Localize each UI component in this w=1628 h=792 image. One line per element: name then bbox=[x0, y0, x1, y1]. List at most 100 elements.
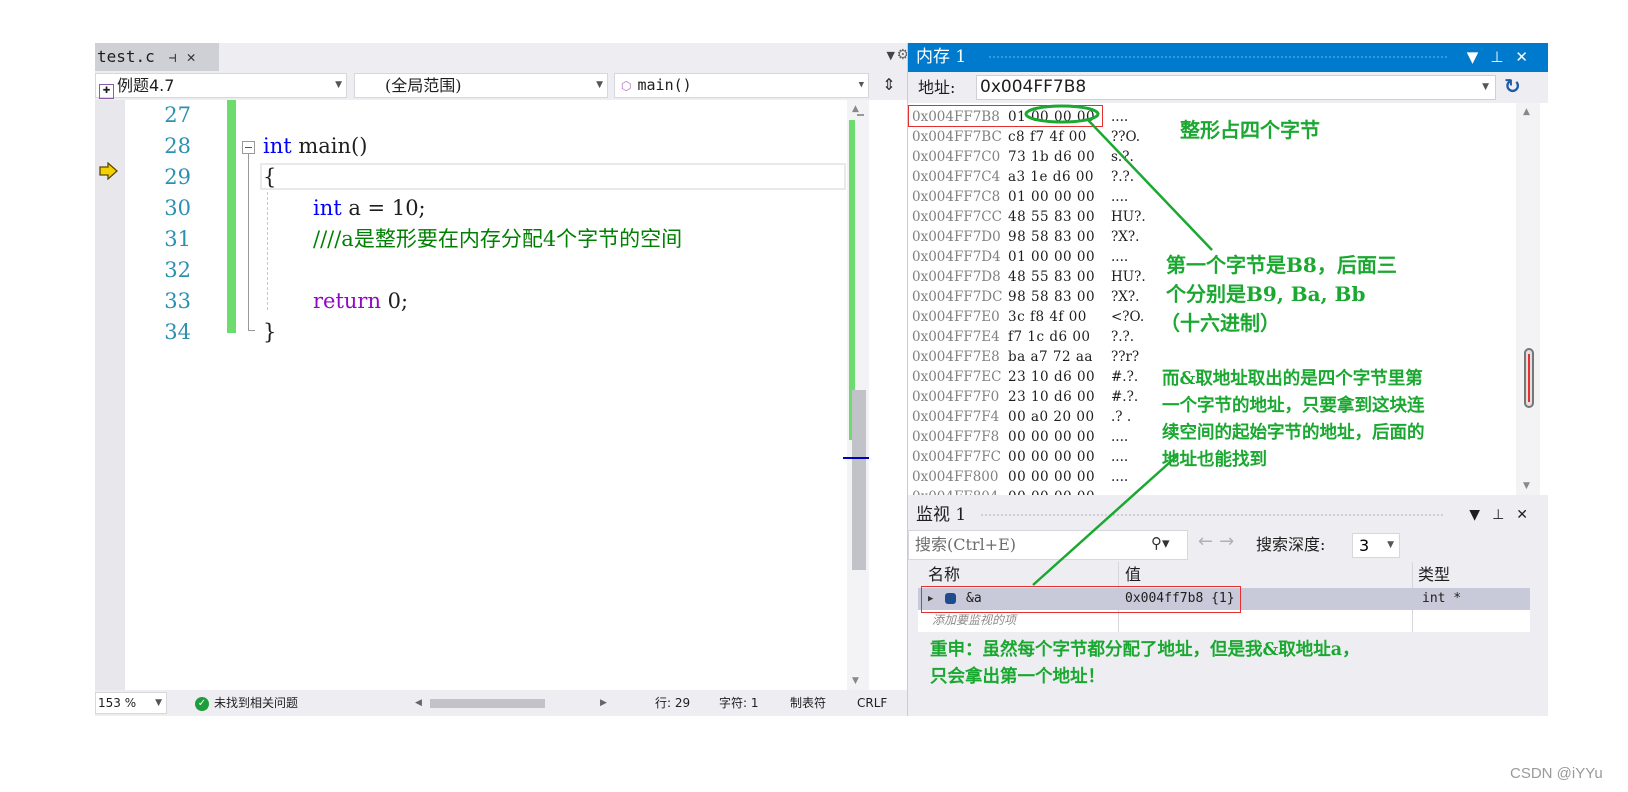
split-view-icon[interactable]: ⇕ bbox=[873, 73, 905, 98]
annotation-address-line2: 一个字节的地址，只要拿到这块连 bbox=[1162, 396, 1425, 416]
memory-address: 0x004FF7D0 bbox=[912, 229, 1001, 245]
close-icon[interactable]: ✕ bbox=[1516, 507, 1540, 523]
function-dropdown[interactable]: ⬡ main() ▼ bbox=[614, 73, 869, 98]
line-number: 32 bbox=[164, 258, 191, 282]
memory-ascii[interactable]: #.?. bbox=[1111, 367, 1138, 387]
memory-vertical-scrollbar[interactable]: ▲ ▼ bbox=[1516, 103, 1540, 495]
column-header-value[interactable]: 值 bbox=[1125, 562, 1141, 588]
memory-hex-bytes[interactable]: 73 1b d6 00 bbox=[1008, 147, 1095, 167]
char-indicator[interactable]: 字符: 1 bbox=[719, 690, 759, 716]
memory-ascii[interactable]: s.?. bbox=[1111, 147, 1134, 167]
memory-ascii[interactable]: .? . bbox=[1111, 407, 1131, 427]
memory-ascii[interactable]: ??r? bbox=[1111, 347, 1139, 367]
memory-hex-bytes[interactable]: 48 55 83 00 bbox=[1008, 267, 1095, 287]
add-watch-item[interactable]: 添加要监视的项 bbox=[918, 610, 1530, 630]
forward-arrow-icon[interactable]: → bbox=[1219, 531, 1240, 552]
memory-hex-bytes[interactable]: f7 1c d6 00 bbox=[1008, 327, 1091, 347]
scroll-down-icon[interactable]: ▼ bbox=[1523, 481, 1530, 491]
line-ending-indicator[interactable]: CRLF bbox=[857, 690, 887, 716]
column-header-name[interactable]: 名称 bbox=[928, 562, 960, 588]
memory-scroll-thumb[interactable] bbox=[1524, 348, 1534, 408]
pin-icon[interactable]: ⊥ bbox=[1492, 507, 1516, 523]
line-number: 28 bbox=[164, 134, 191, 158]
memory-hex-bytes[interactable]: 3c f8 4f 00 bbox=[1008, 307, 1087, 327]
search-icon[interactable]: ⚲▾ bbox=[1151, 534, 1170, 552]
pin-icon[interactable]: ⊣ bbox=[169, 51, 177, 66]
memory-hex-bytes[interactable]: 23 10 d6 00 bbox=[1008, 387, 1095, 407]
refresh-icon[interactable]: ↻ bbox=[1504, 74, 1521, 98]
scope-dropdown[interactable]: (全局范围) ▼ bbox=[354, 73, 608, 98]
memory-hex-bytes[interactable]: 00 00 00 00 bbox=[1008, 467, 1095, 487]
scroll-up-icon[interactable]: ▲ bbox=[852, 104, 859, 114]
memory-hex-bytes[interactable]: ba a7 72 aa bbox=[1008, 347, 1093, 367]
memory-hex-bytes[interactable]: 00 a0 20 00 bbox=[1008, 407, 1095, 427]
project-dropdown[interactable]: ✚ 例题4.7 ▼ bbox=[95, 73, 347, 99]
scrollbar-marker bbox=[857, 114, 864, 116]
collapse-toggle-icon[interactable] bbox=[242, 141, 255, 154]
scroll-down-icon[interactable]: ▼ bbox=[852, 676, 859, 686]
window-menu-dropdown-icon[interactable]: ▼ bbox=[1469, 507, 1492, 523]
memory-ascii[interactable]: HU?. bbox=[1111, 267, 1146, 287]
memory-hex-bytes[interactable]: c8 f7 4f 00 bbox=[1008, 127, 1087, 147]
glyph-margin[interactable] bbox=[95, 100, 125, 690]
close-icon[interactable]: ✕ bbox=[187, 48, 196, 66]
memory-hex-bytes[interactable]: a3 1e d6 00 bbox=[1008, 167, 1094, 187]
tab-test-c[interactable]: test.c ⊣ ✕ bbox=[95, 43, 219, 71]
memory-ascii[interactable]: HU?. bbox=[1111, 207, 1146, 227]
issues-indicator[interactable]: ✓ 未找到相关问题 bbox=[195, 690, 298, 716]
memory-hex-bytes[interactable]: 00 00 00 00 bbox=[1008, 447, 1095, 467]
memory-ascii[interactable]: .... bbox=[1111, 107, 1128, 127]
scrollbar-thumb[interactable] bbox=[852, 390, 866, 570]
watch-row-highlight-box bbox=[921, 586, 1241, 613]
memory-ascii[interactable]: ?X?. bbox=[1111, 287, 1139, 307]
scroll-up-icon[interactable]: ▲ bbox=[1523, 107, 1530, 117]
code-line-33: return 0; bbox=[313, 289, 409, 313]
close-icon[interactable]: ✕ bbox=[1515, 48, 1540, 66]
memory-title-bar[interactable]: 内存 1 ▼⊥✕ bbox=[908, 43, 1548, 72]
editor-horizontal-scrollbar[interactable]: ◀ ▶ bbox=[415, 690, 607, 716]
memory-hex-bytes[interactable]: 01 00 00 00 bbox=[1008, 187, 1095, 207]
tab-list-dropdown-icon[interactable]: ▼ bbox=[887, 49, 895, 62]
memory-address: 0x004FF7EC bbox=[912, 369, 1002, 385]
watch-search-input[interactable]: 搜索(Ctrl+E) bbox=[908, 530, 1188, 560]
memory-hex-bytes[interactable]: 00 00 00 00 bbox=[1008, 427, 1095, 447]
memory-ascii[interactable]: ?X?. bbox=[1111, 227, 1139, 247]
search-depth-dropdown[interactable]: 3 ▼ bbox=[1352, 533, 1400, 558]
watch-title-bar[interactable]: 监视 1 ▼⊥✕ bbox=[908, 503, 1548, 528]
horizontal-scroll-thumb[interactable] bbox=[430, 699, 545, 708]
memory-ascii[interactable]: .... bbox=[1111, 187, 1128, 207]
memory-ascii[interactable]: ?.?. bbox=[1111, 327, 1134, 347]
zoom-dropdown[interactable]: 153 % ▼ bbox=[95, 692, 167, 714]
memory-ascii[interactable]: ??O. bbox=[1111, 127, 1140, 147]
memory-hex-bytes[interactable]: 00 00 00 00 bbox=[1008, 487, 1095, 495]
memory-ascii[interactable]: .... bbox=[1111, 447, 1128, 467]
address-input[interactable]: 0x004FF7B8 ▼ bbox=[976, 75, 1496, 100]
back-arrow-icon[interactable]: ← bbox=[1198, 531, 1219, 552]
memory-ascii[interactable]: ?.?. bbox=[1111, 167, 1134, 187]
memory-address: 0x004FF7C8 bbox=[912, 189, 1001, 205]
code-editor[interactable]: 27 28 29 30 31 32 33 34 int main() { int… bbox=[95, 100, 907, 690]
memory-ascii[interactable]: .... bbox=[1111, 427, 1128, 447]
indent-indicator[interactable]: 制表符 bbox=[790, 690, 826, 716]
issues-text: 未找到相关问题 bbox=[214, 696, 299, 710]
memory-address: 0x004FF7F4 bbox=[912, 409, 1000, 425]
current-line-highlight bbox=[260, 163, 846, 190]
memory-hex-bytes[interactable]: 01 00 00 00 bbox=[1008, 247, 1095, 267]
scroll-left-icon[interactable]: ◀ bbox=[415, 690, 422, 716]
memory-hex-bytes[interactable]: 48 55 83 00 bbox=[1008, 207, 1095, 227]
memory-address: 0x004FF7F8 bbox=[912, 429, 1000, 445]
memory-ascii[interactable]: .... bbox=[1111, 487, 1128, 495]
memory-ascii[interactable]: .... bbox=[1111, 467, 1128, 487]
memory-ascii[interactable]: .... bbox=[1111, 247, 1128, 267]
memory-hex-bytes[interactable]: 98 58 83 00 bbox=[1008, 227, 1095, 247]
line-indicator[interactable]: 行: 29 bbox=[655, 690, 690, 716]
scroll-right-icon[interactable]: ▶ bbox=[600, 690, 607, 716]
chevron-down-icon[interactable]: ▼ bbox=[1482, 76, 1489, 99]
window-menu-dropdown-icon[interactable]: ▼ bbox=[1467, 48, 1491, 66]
memory-ascii[interactable]: #.?. bbox=[1111, 387, 1138, 407]
memory-hex-bytes[interactable]: 98 58 83 00 bbox=[1008, 287, 1095, 307]
column-header-type[interactable]: 类型 bbox=[1418, 562, 1450, 588]
pin-icon[interactable]: ⊥ bbox=[1490, 48, 1515, 66]
memory-hex-bytes[interactable]: 23 10 d6 00 bbox=[1008, 367, 1095, 387]
memory-ascii[interactable]: <?O. bbox=[1111, 307, 1144, 327]
